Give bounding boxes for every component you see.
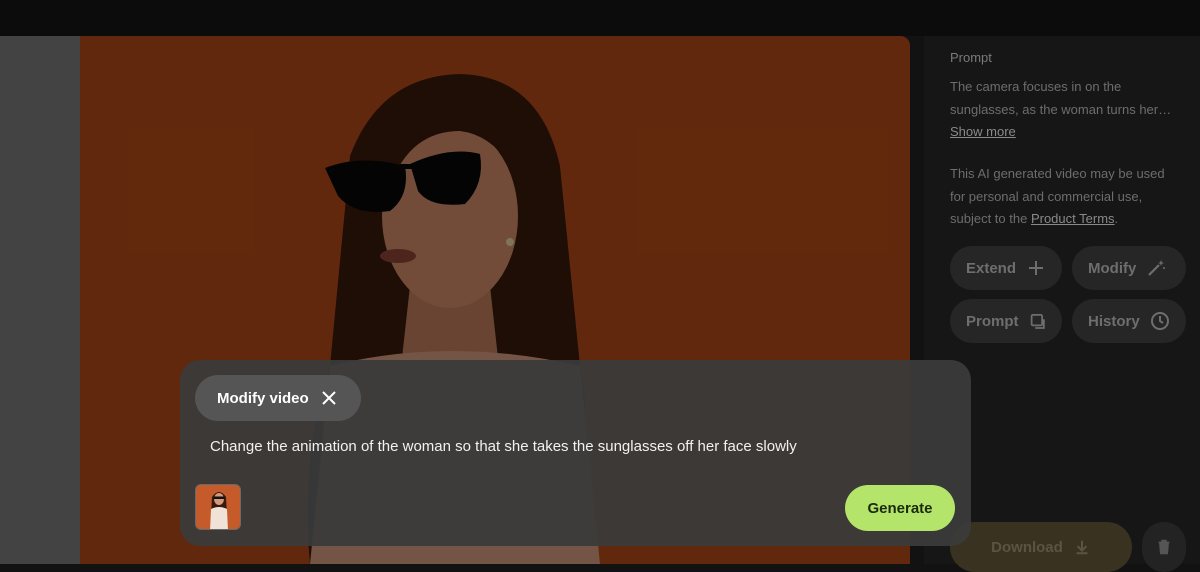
usage-line-1: This AI generated video may be used	[950, 166, 1165, 181]
history-button-label: History	[1088, 312, 1140, 330]
history-button[interactable]: History	[1072, 299, 1186, 343]
extend-button[interactable]: Extend	[950, 246, 1062, 290]
close-modify-button[interactable]	[321, 390, 337, 406]
usage-line-3-prefix: subject to the	[950, 211, 1031, 226]
previous-video-edge	[0, 36, 80, 564]
trash-icon	[1158, 539, 1170, 555]
modify-button-label: Modify	[1088, 259, 1137, 277]
download-button[interactable]: Download	[950, 522, 1132, 572]
usage-line-3: subject to the Product Terms.	[950, 208, 1182, 231]
product-terms-link[interactable]: Product Terms	[1031, 211, 1115, 226]
usage-line-2: for personal and commercial use,	[950, 188, 1143, 204]
copy-icon	[1030, 314, 1045, 329]
video-thumbnail[interactable]	[195, 484, 241, 530]
prompt-preview: The camera focuses in on the sunglasses,…	[950, 76, 1182, 144]
modify-video-label: Modify video	[217, 389, 309, 407]
close-icon	[321, 391, 336, 405]
usage-notice: This AI generated video may be used for …	[950, 163, 1182, 231]
thumbnail-image	[196, 485, 240, 529]
modify-video-chip: Modify video	[195, 375, 361, 421]
prompt-preview-line-2: sunglasses, as the woman turns her…	[950, 101, 1172, 117]
download-icon	[1076, 540, 1088, 555]
extend-button-label: Extend	[966, 259, 1017, 277]
modify-prompt-input[interactable]: Change the animation of the woman so tha…	[210, 438, 797, 455]
magic-wand-icon	[1148, 260, 1166, 276]
prompt-preview-line-1: The camera focuses in on the	[950, 79, 1122, 94]
prompt-heading: Prompt	[950, 50, 992, 65]
prompt-button-label: Prompt	[966, 312, 1019, 330]
top-bar	[0, 0, 1200, 36]
usage-line-3-suffix: .	[1114, 211, 1119, 226]
generate-button[interactable]: Generate	[845, 485, 955, 531]
show-more-link[interactable]: Show more	[950, 121, 1182, 144]
plus-icon	[1029, 261, 1044, 275]
download-button-label: Download	[991, 538, 1063, 556]
prompt-button[interactable]: Prompt	[950, 299, 1062, 343]
modify-button[interactable]: Modify	[1072, 246, 1186, 290]
delete-button[interactable]	[1142, 522, 1186, 572]
modify-video-panel: Modify video Change the animation of the…	[180, 360, 971, 546]
clock-icon	[1150, 312, 1169, 330]
